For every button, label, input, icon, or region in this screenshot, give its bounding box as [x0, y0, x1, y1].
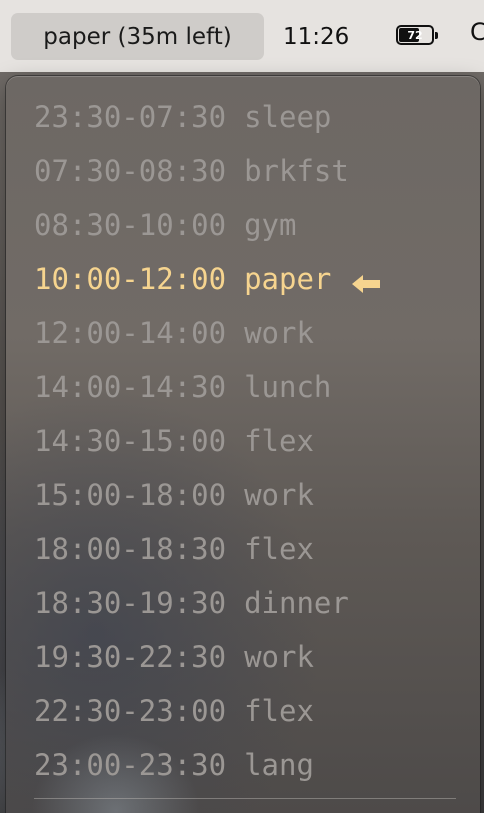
schedule-item-time: 22:30-23:00 — [34, 694, 227, 728]
schedule-item-time: 23:30-07:30 — [34, 100, 227, 134]
menubar-clock[interactable]: 11:26 — [283, 18, 349, 56]
schedule-item-current[interactable]: 10:00-12:00 paper — [34, 252, 381, 306]
schedule-item-label: gym — [244, 208, 297, 242]
schedule-item-label: flex — [244, 424, 314, 458]
schedule-item-time: 18:00-18:30 — [34, 532, 227, 566]
schedule-item-label: dinner — [244, 586, 349, 620]
schedule-item-time: 10:00-12:00 — [34, 262, 227, 296]
schedule-item[interactable]: 18:30-19:30 dinner — [34, 576, 381, 630]
schedule-item-time: 14:00-14:30 — [34, 370, 227, 404]
battery-icon[interactable]: 72 — [396, 25, 438, 47]
schedule-item-time: 23:00-23:30 — [34, 748, 227, 782]
schedule-item[interactable]: 07:30-08:30 brkfst — [34, 144, 381, 198]
current-task-status-item[interactable]: paper (35m left) — [11, 13, 264, 60]
schedule-item[interactable]: 23:00-23:30 lang — [34, 738, 381, 792]
schedule-item-label: work — [244, 316, 314, 350]
schedule-item-time: 12:00-14:00 — [34, 316, 227, 350]
schedule-item[interactable]: 08:30-10:00 gym — [34, 198, 381, 252]
schedule-item[interactable]: 23:30-07:30 sleep — [34, 90, 381, 144]
schedule-item-label: flex — [244, 532, 314, 566]
schedule-item[interactable]: 14:30-15:00 flex — [34, 414, 381, 468]
menu-bar: paper (35m left) 11:26 72 C — [0, 0, 484, 72]
schedule-item-label: sleep — [244, 100, 332, 134]
battery-terminal — [435, 32, 438, 39]
schedule-item-time: 07:30-08:30 — [34, 154, 227, 188]
schedule-item-time: 08:30-10:00 — [34, 208, 227, 242]
schedule-item[interactable]: 14:00-14:30 lunch — [34, 360, 381, 414]
schedule-item[interactable]: 15:00-18:00 work — [34, 468, 381, 522]
schedule-item-label: work — [244, 640, 314, 674]
schedule-item[interactable]: 19:30-22:30 work — [34, 630, 381, 684]
battery-percent-label: 72 — [407, 28, 423, 42]
schedule-item-label: lunch — [244, 370, 332, 404]
schedule-item-time: 18:30-19:30 — [34, 586, 227, 620]
schedule-list: 23:30-07:30 sleep 07:30-08:30 brkfst 08:30-1… — [34, 90, 381, 792]
schedule-item[interactable]: 18:00-18:30 flex — [34, 522, 381, 576]
menubar-clipped-item[interactable]: C — [470, 18, 484, 56]
schedule-item[interactable]: 12:00-14:00 work — [34, 306, 381, 360]
schedule-item-label: work — [244, 478, 314, 512]
menubar-clipped-item-label: C — [470, 18, 484, 46]
schedule-item-time: 14:30-15:00 — [34, 424, 227, 458]
schedule-item-label: brkfst — [244, 154, 349, 188]
schedule-item-label: lang — [244, 748, 314, 782]
schedule-item-label: flex — [244, 694, 314, 728]
schedule-dropdown-menu: 23:30-07:30 sleep 07:30-08:30 brkfst 08:30-1… — [6, 76, 480, 813]
schedule-item[interactable]: 22:30-23:00 flex — [34, 684, 381, 738]
left-arrow-icon — [351, 268, 381, 293]
schedule-item-label: paper — [244, 262, 332, 296]
menu-divider — [34, 798, 456, 799]
schedule-item-time: 19:30-22:30 — [34, 640, 227, 674]
schedule-item-time: 15:00-18:00 — [34, 478, 227, 512]
